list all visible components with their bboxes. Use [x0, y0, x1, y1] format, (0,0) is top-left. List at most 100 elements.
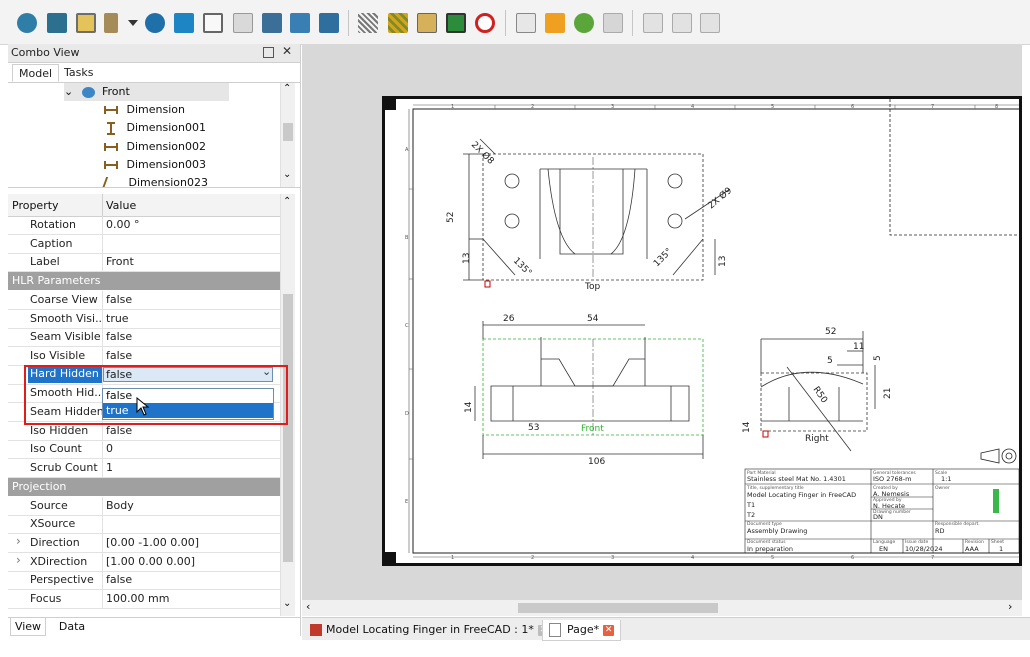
close-tab-icon[interactable]: ✕ — [603, 624, 615, 636]
tree-scroll-thumb[interactable] — [283, 123, 293, 141]
image-icon[interactable] — [417, 13, 437, 33]
scroll-up-icon[interactable]: ⌃ — [283, 83, 291, 94]
view-label-top: Top — [584, 282, 600, 292]
float-panel-icon[interactable] — [263, 47, 274, 58]
tree-item-dimension023[interactable]: Dimension023 — [101, 174, 208, 187]
scroll-left-icon[interactable]: ‹ — [306, 600, 310, 613]
print-all-icon[interactable] — [603, 13, 623, 33]
combo-view-panel: Combo View ✕ Model Tasks ⌄ Front Dimensi… — [8, 44, 301, 636]
balloon-icon[interactable] — [319, 13, 339, 33]
canvas-scroll-thumb[interactable] — [518, 603, 718, 613]
projection-group-icon[interactable] — [145, 13, 165, 33]
border-row-label: D — [405, 411, 409, 417]
rich-annotation-icon[interactable] — [672, 13, 692, 33]
view-icon — [81, 86, 95, 98]
tree-item-dimension[interactable]: Dimension — [104, 101, 185, 119]
tab-data[interactable]: Data — [54, 618, 90, 636]
scroll-right-icon[interactable]: › — [1008, 600, 1012, 613]
border-row-label: B — [405, 235, 409, 241]
property-name: Label — [30, 255, 60, 269]
tb-value: RD — [935, 527, 945, 535]
dimension-horizontal-icon — [104, 161, 118, 169]
border-col-label: 1 — [451, 555, 454, 561]
canvas-hscrollbar[interactable]: ‹ › — [302, 600, 1022, 616]
drawing-canvas[interactable]: 1 2 3 4 5 6 7 8 1 2 3 4 5 6 7 A B C D E — [302, 44, 1022, 600]
sheet-corner-mark — [382, 96, 396, 110]
property-row[interactable]: Smooth Visi... true — [8, 309, 280, 329]
tree-item-front[interactable]: ⌄ Front — [64, 83, 229, 101]
tree-item-label: Front — [102, 85, 130, 98]
arch-view-icon[interactable] — [262, 13, 282, 33]
property-name: Rotation — [30, 218, 77, 231]
property-row[interactable]: Source Body — [8, 496, 280, 516]
leader-line-icon[interactable] — [643, 13, 663, 33]
sheet-corner-mark — [382, 552, 396, 566]
dim-label: 135° — [511, 256, 533, 278]
property-name: Focus — [30, 592, 62, 605]
export-page-svg-icon[interactable] — [516, 13, 536, 33]
border-row-label: E — [405, 499, 408, 505]
collapse-arrow-icon[interactable]: ⌄ — [64, 83, 74, 101]
scroll-down-icon[interactable]: ⌄ — [283, 598, 291, 609]
dim-label: 14 — [742, 421, 752, 433]
property-row[interactable]: Caption — [8, 234, 280, 254]
tb-value: N. Hecate — [873, 502, 905, 510]
close-panel-icon[interactable]: ✕ — [282, 44, 292, 58]
toggle-frame-icon[interactable] — [475, 13, 495, 33]
detail-view-icon[interactable] — [290, 13, 310, 33]
expand-arrow-icon[interactable]: › — [16, 534, 21, 548]
geometric-hatch-icon[interactable] — [388, 13, 408, 33]
scroll-down-icon[interactable]: ⌄ — [283, 169, 291, 180]
tab-tasks[interactable]: Tasks — [58, 64, 99, 82]
border-col-label: 5 — [771, 104, 774, 110]
property-row[interactable]: Scrub Count 1 — [8, 459, 280, 479]
property-name: XDirection — [30, 554, 88, 568]
property-row[interactable]: Iso Count 0 — [8, 440, 280, 460]
scroll-up-icon[interactable]: ⌃ — [283, 196, 291, 207]
tree-item-dimension003[interactable]: Dimension003 — [104, 156, 206, 174]
tree-scrollbar[interactable]: ⌃ ⌄ — [280, 83, 295, 187]
section-icon[interactable] — [104, 13, 118, 33]
property-row[interactable]: Iso Visible false — [8, 346, 280, 366]
tab-model[interactable]: Model — [12, 64, 60, 82]
property-row[interactable]: Perspective false — [8, 571, 280, 591]
dropdown-arrow-icon[interactable] — [128, 20, 138, 26]
dimension-vertical-icon — [107, 121, 115, 135]
property-row[interactable]: Rotation 0.00 ° — [8, 216, 280, 235]
property-row[interactable]: XSource — [8, 515, 280, 535]
symbol-icon[interactable] — [76, 13, 96, 33]
draft-view-icon[interactable] — [233, 13, 253, 33]
tb-value: Assembly Drawing — [747, 527, 807, 535]
dim-label: 53 — [528, 423, 539, 433]
property-row[interactable]: Coarse View false — [8, 290, 280, 310]
dim-label: R50 — [811, 385, 830, 405]
tree-item-dimension002[interactable]: Dimension002 — [104, 138, 206, 156]
tb-value: 1 — [999, 545, 1003, 553]
property-name: Iso Visible — [30, 348, 86, 362]
property-value: 0 — [106, 442, 113, 456]
property-row[interactable]: Focus 100.00 mm — [8, 590, 280, 609]
property-row[interactable]: Seam Visible false — [8, 328, 280, 348]
property-row[interactable]: › Direction [0.00 -1.00 0.00] — [8, 533, 280, 553]
open-folder-icon[interactable] — [545, 13, 565, 33]
property-group-header[interactable]: Projection — [8, 477, 280, 496]
clip-group-icon[interactable] — [203, 13, 223, 33]
property-row[interactable]: Label Front — [8, 253, 280, 273]
export-svg-icon[interactable] — [446, 13, 466, 33]
spreadsheet-view-icon[interactable] — [174, 13, 194, 33]
property-row[interactable]: › XDirection [1.00 0.00 0.00] — [8, 552, 280, 572]
techdraw-insert-view-icon[interactable] — [17, 13, 37, 33]
tab-view[interactable]: View — [10, 618, 46, 636]
cosmetic-vertex-icon[interactable] — [700, 13, 720, 33]
expand-arrow-icon[interactable]: › — [16, 553, 21, 567]
doc-tab-page[interactable]: Page* ✕ — [542, 620, 622, 641]
doc-tab-model[interactable]: Model Locating Finger in FreeCAD : 1*✕ — [310, 620, 549, 640]
hatch-icon[interactable] — [358, 13, 378, 33]
redraw-icon[interactable] — [574, 13, 594, 33]
property-group-header[interactable]: HLR Parameters — [8, 272, 280, 291]
tree-item-dimension001[interactable]: Dimension001 — [104, 119, 206, 137]
tb-value: ISO 2768-m — [873, 475, 911, 483]
page-icon — [549, 623, 561, 637]
active-view-icon[interactable] — [47, 13, 67, 33]
property-scroll-thumb[interactable] — [283, 294, 293, 562]
